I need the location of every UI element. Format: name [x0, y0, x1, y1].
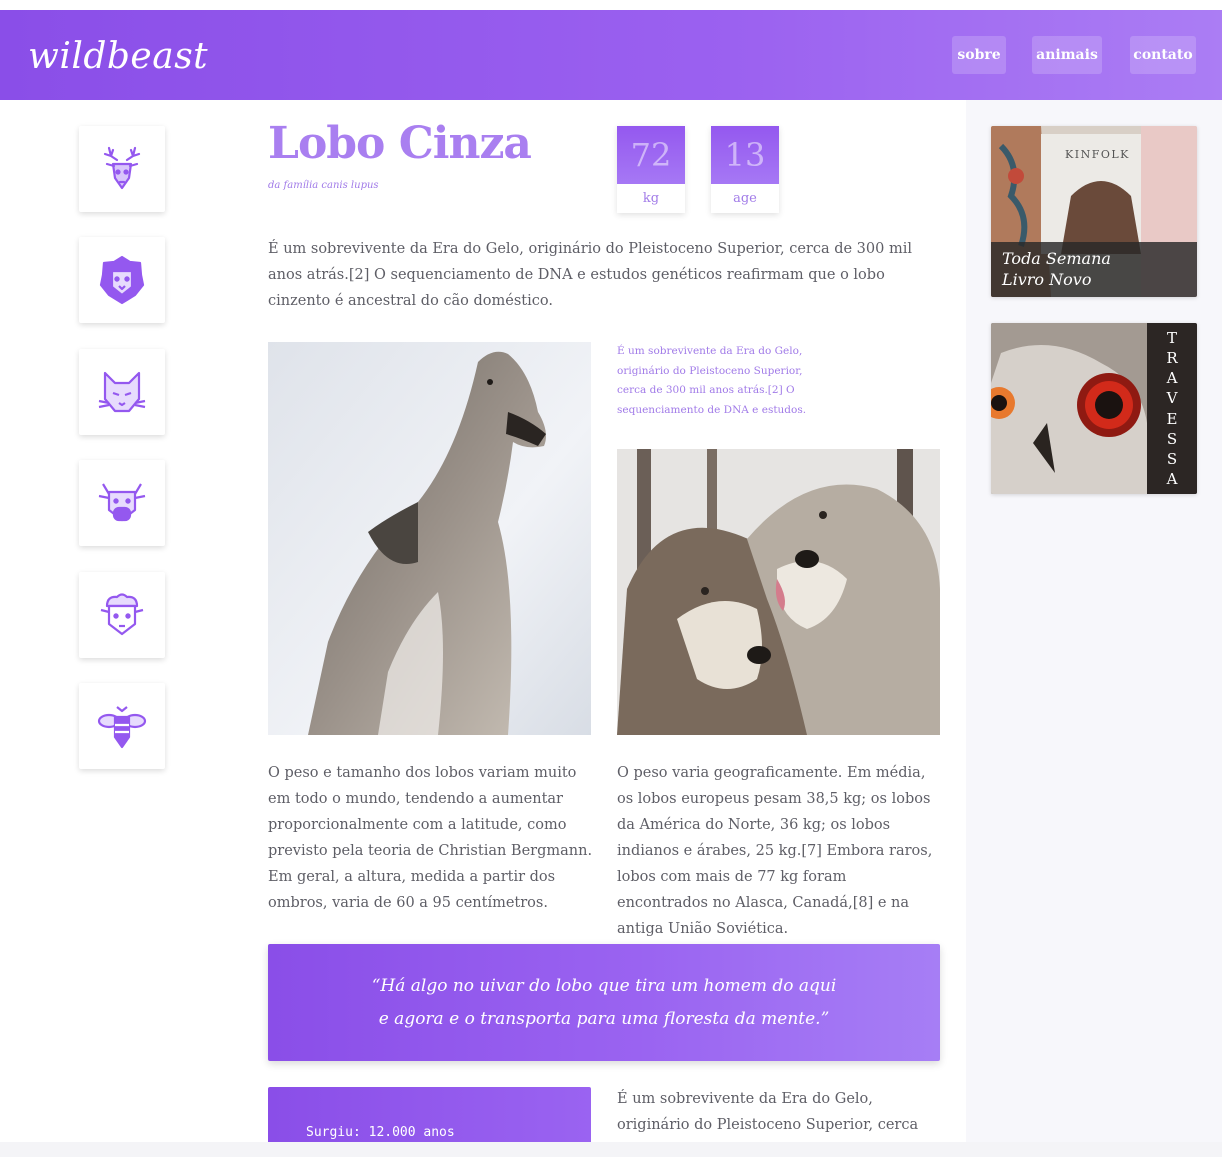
- vertical-letter: S: [1166, 429, 1178, 448]
- nav-contato-button[interactable]: contato: [1130, 36, 1196, 74]
- book-ad-caption: Toda Semana Livro Novo: [991, 242, 1197, 297]
- cow-icon: [98, 483, 146, 522]
- nav-sobre-button[interactable]: sobre: [952, 36, 1006, 74]
- site-logo[interactable]: wildbeast: [28, 36, 208, 77]
- side-pullquote: É um sobrevivente da Era do Gelo, origin…: [617, 345, 807, 416]
- sidebar-item-bee[interactable]: [79, 683, 165, 769]
- weight-size-paragraph: O peso e tamanho dos lobos variam muito …: [268, 765, 593, 911]
- weight-geo-paragraph: O peso varia geograficamente. Em média, …: [617, 765, 933, 937]
- sheep-icon: [100, 593, 144, 636]
- sidebar-item-cat[interactable]: [79, 349, 165, 435]
- featured-quote: “Há algo no uivar do lobo que tira um ho…: [268, 944, 940, 1061]
- top-strip: [0, 0, 1222, 10]
- stat-weight: 72 kg: [617, 126, 685, 213]
- owl-ad[interactable]: T R A V E S S A: [991, 323, 1197, 494]
- stat-age-unit: age: [733, 191, 757, 206]
- nav-animais-button[interactable]: animais: [1032, 36, 1102, 74]
- featured-quote-text: “Há algo no uivar do lobo que tira um ho…: [371, 975, 837, 1029]
- stat-age: 13 age: [711, 126, 779, 213]
- vertical-letter: T: [1166, 329, 1177, 347]
- page-subtitle: da família canis lupus: [268, 180, 379, 191]
- stat-weight-value: 72: [617, 126, 685, 184]
- vertical-letter: A: [1166, 469, 1178, 488]
- stat-weight-unit: kg: [642, 191, 660, 206]
- book-ad-caption-line1: Toda Semana: [1002, 249, 1111, 268]
- deer-icon: [103, 146, 141, 190]
- page-title: Lobo Cinza: [268, 118, 532, 169]
- travessa-vertical-text: T R A V E S S A: [1147, 323, 1197, 494]
- origin-code-text: Surgiu: 12.000 anos: [306, 1125, 455, 1140]
- origin-code-box: Surgiu: 12.000 anos: [268, 1087, 591, 1147]
- vertical-letter: V: [1166, 389, 1178, 408]
- kinfolk-brand: KINFOLK: [1065, 148, 1130, 161]
- sidebar-item-sheep[interactable]: [79, 572, 165, 658]
- howling-wolf-photo: [268, 342, 591, 735]
- sidebar-item-deer[interactable]: [79, 126, 165, 212]
- sidebar-item-cow[interactable]: [79, 460, 165, 546]
- vertical-letter: A: [1166, 369, 1178, 388]
- book-ad[interactable]: KINFOLK Toda Semana Livro Novo: [991, 126, 1197, 297]
- sidebar-item-lion[interactable]: [79, 237, 165, 323]
- intro-paragraph: É um sobrevivente da Era do Gelo, origin…: [268, 241, 912, 309]
- book-ad-caption-line2: Livro Novo: [1002, 270, 1092, 289]
- cat-icon: [98, 371, 146, 413]
- vertical-letter: S: [1166, 449, 1178, 468]
- site-header: wildbeast sobre animais contato: [0, 10, 1222, 100]
- stat-age-value: 13: [711, 126, 779, 184]
- bottom-strip: [0, 1142, 1222, 1157]
- bee-icon: [97, 706, 147, 749]
- vertical-letter: E: [1166, 409, 1178, 428]
- lion-icon: [99, 255, 145, 305]
- vertical-letter: R: [1166, 349, 1178, 368]
- wolf-pair-photo: [617, 449, 940, 735]
